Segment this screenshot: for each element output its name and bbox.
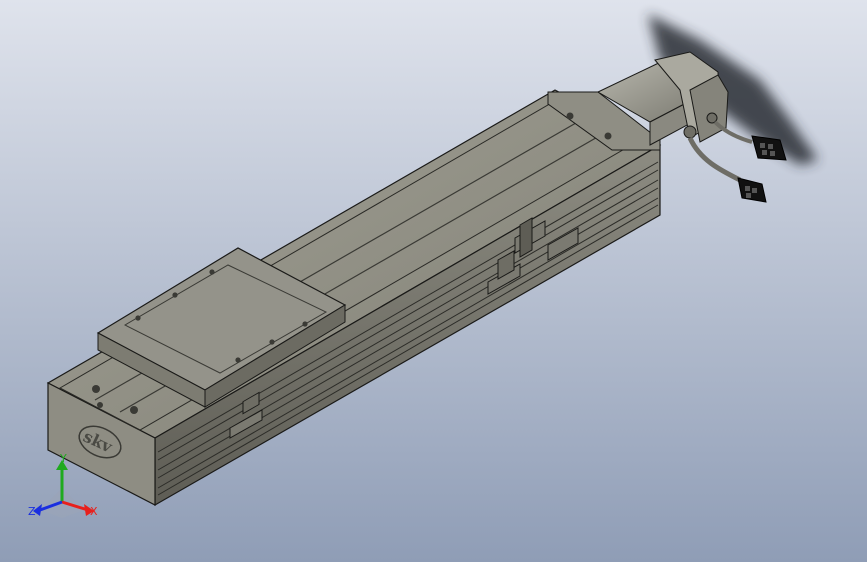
cable-gland bbox=[683, 125, 697, 139]
screw-hole bbox=[269, 339, 275, 345]
screw-hole bbox=[130, 406, 138, 414]
screw-hole bbox=[604, 132, 612, 140]
screw-hole bbox=[92, 385, 100, 393]
cad-viewport[interactable]: skv Y X Z bbox=[0, 0, 867, 562]
triad-z-label: Z bbox=[28, 505, 36, 518]
screw-hole bbox=[135, 315, 141, 321]
cad-scene[interactable]: skv Y X Z bbox=[0, 0, 867, 562]
screw-hole bbox=[97, 402, 103, 408]
screw-hole bbox=[566, 112, 574, 120]
screw-hole bbox=[302, 321, 308, 327]
screw-hole bbox=[209, 269, 215, 275]
screw-hole bbox=[235, 357, 241, 363]
triad-x-label: X bbox=[90, 505, 98, 518]
triad-y-label: Y bbox=[59, 452, 67, 465]
screw-hole bbox=[172, 292, 178, 298]
